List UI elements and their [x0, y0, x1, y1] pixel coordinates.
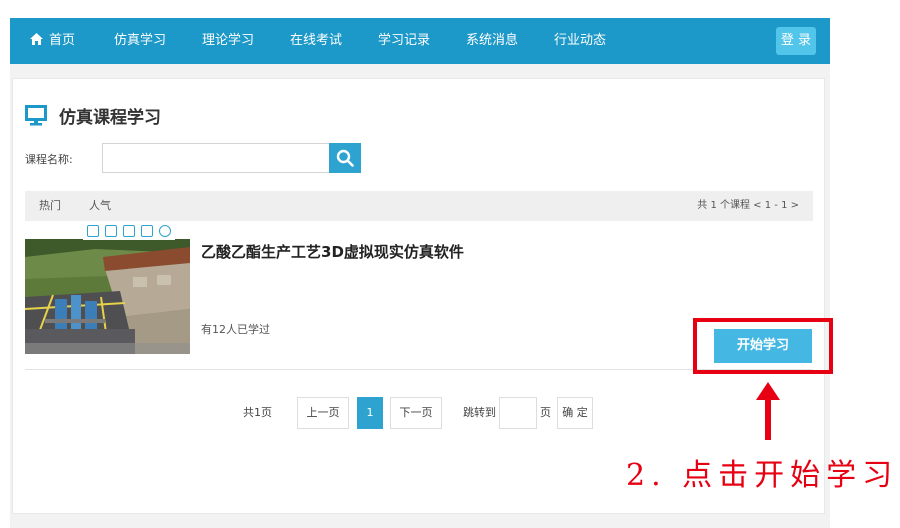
nav-theory[interactable]: 理论学习 [202, 18, 254, 64]
sort-bar: 热门 人气 共 1 个课程 < 1 - 1 > [25, 191, 813, 221]
course-panel: 仿真课程学习 课程名称: 热门 人气 共 1 个课程 < 1 - 1 > 乙酸乙… [12, 78, 825, 514]
up-arrow-icon [756, 382, 780, 440]
search-button[interactable] [329, 143, 361, 173]
login-button[interactable]: 登 录 [776, 27, 816, 55]
fullscreen-icon[interactable] [105, 225, 117, 237]
document-icon[interactable] [87, 225, 99, 237]
nav-news[interactable]: 行业动态 [554, 18, 606, 64]
section-header: 仿真课程学习 [25, 103, 161, 128]
search-label: 课程名称: [25, 153, 73, 166]
pager-total: 共1页 [243, 406, 272, 419]
settings-icon[interactable] [159, 225, 171, 237]
nav-simulation[interactable]: 仿真学习 [114, 18, 166, 64]
annotation-text: 2. 点击开始学习 [626, 458, 899, 493]
sort-hot[interactable]: 热门 [39, 191, 61, 221]
nav-messages[interactable]: 系统消息 [466, 18, 518, 64]
course-thumbnail[interactable] [25, 239, 190, 354]
nav-home-label: 首页 [49, 33, 76, 48]
monitor-icon [25, 105, 47, 126]
home-icon [30, 33, 43, 45]
learned-count: 有12人已学过 [201, 323, 270, 336]
prev-page-button[interactable]: 上一页 [297, 397, 349, 429]
preview-icon[interactable] [123, 225, 135, 237]
search-icon [336, 149, 354, 167]
page-1-button[interactable]: 1 [357, 397, 383, 429]
nav-exam[interactable]: 在线考试 [290, 18, 342, 64]
sort-popular[interactable]: 人气 [89, 191, 111, 221]
next-page-button[interactable]: 下一页 [390, 397, 442, 429]
page-title: 仿真课程学习 [59, 107, 161, 128]
nav-records[interactable]: 学习记录 [378, 18, 430, 64]
jump-page-input[interactable] [499, 397, 537, 429]
jump-label: 跳转到 [463, 406, 496, 419]
page-unit-label: 页 [540, 406, 551, 419]
course-count: 共 1 个课程 < 1 - 1 > [697, 200, 799, 211]
confirm-jump-button[interactable]: 确 定 [557, 397, 593, 429]
plant-scene-image [25, 239, 190, 354]
course-title[interactable]: 乙酸乙酯生产工艺3D虚拟现实仿真软件 [201, 241, 464, 262]
course-name-input[interactable] [102, 143, 330, 173]
thumbnail-toolbar [83, 222, 175, 240]
nav-home[interactable]: 首页 [30, 18, 75, 64]
top-navbar: 首页 仿真学习 理论学习 在线考试 学习记录 系统消息 行业动态 登 录 [10, 18, 830, 64]
highlight-box [693, 318, 833, 374]
share-icon[interactable] [141, 225, 153, 237]
